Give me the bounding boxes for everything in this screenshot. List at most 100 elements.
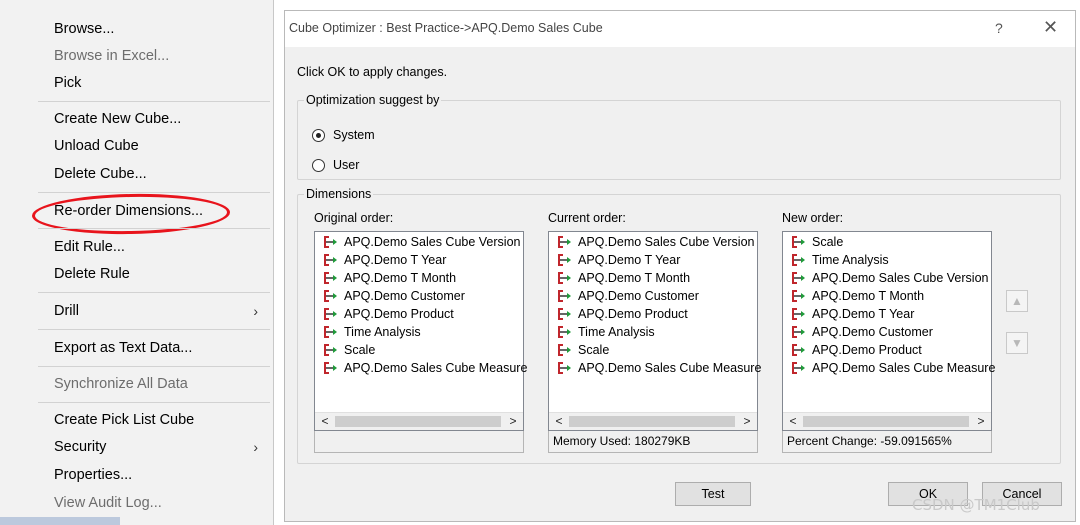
list-item[interactable]: APQ.Demo Product <box>315 305 523 323</box>
menu-item-browse-in-excel: Browse in Excel... <box>0 43 272 69</box>
scroll-thumb[interactable] <box>569 416 735 427</box>
optimization-group <box>297 100 1061 180</box>
list-item-label: APQ.Demo T Month <box>812 289 925 303</box>
list-item-label: APQ.Demo Sales Cube Version <box>578 235 755 249</box>
list-item[interactable]: APQ.Demo Sales Cube Measure <box>315 359 527 377</box>
menu-separator <box>38 101 270 102</box>
list-item[interactable]: APQ.Demo Sales Cube Measure <box>783 359 995 377</box>
help-icon[interactable]: ? <box>995 20 1003 36</box>
dimension-icon <box>558 254 571 266</box>
menu-item-drill[interactable]: Drill › <box>0 298 272 324</box>
list-item[interactable]: Scale <box>549 341 757 359</box>
test-button[interactable]: Test <box>675 482 751 506</box>
list-item-label: APQ.Demo T Year <box>344 253 447 267</box>
move-up-button[interactable]: ▲ <box>1006 290 1028 312</box>
list-item[interactable]: Scale <box>315 341 523 359</box>
context-menu: Browse... Browse in Excel... Pick Create… <box>0 0 274 525</box>
list-item[interactable]: APQ.Demo T Year <box>549 251 757 269</box>
current-order-label: Current order: <box>548 211 626 225</box>
list-item[interactable]: APQ.Demo Customer <box>783 323 991 341</box>
list-item[interactable]: APQ.Demo Customer <box>315 287 523 305</box>
list-item[interactable]: APQ.Demo T Month <box>783 287 991 305</box>
dimension-icon <box>792 272 805 284</box>
dimension-icon <box>558 272 571 284</box>
list-item-label: Scale <box>812 235 844 249</box>
list-item[interactable]: APQ.Demo Product <box>549 305 757 323</box>
menu-item-label: Synchronize All Data <box>54 376 188 392</box>
scroll-thumb[interactable] <box>335 416 501 427</box>
menu-item-pick[interactable]: Pick <box>0 70 272 96</box>
list-item-label: Scale <box>344 343 376 357</box>
scroll-left-icon[interactable]: < <box>784 413 802 430</box>
dimension-icon <box>792 290 805 302</box>
list-item[interactable]: Time Analysis <box>783 251 991 269</box>
scroll-left-icon[interactable]: < <box>316 413 334 430</box>
list-item[interactable]: Time Analysis <box>315 323 523 341</box>
list-item-label: APQ.Demo Product <box>812 343 922 357</box>
list-item-label: Time Analysis <box>344 325 421 339</box>
current-order-listbox[interactable]: APQ.Demo Sales Cube Version APQ.Demo T Ye… <box>548 231 761 431</box>
menu-item-view-audit-log: View Audit Log... <box>0 490 272 516</box>
arrow-up-icon: ▲ <box>1011 294 1023 308</box>
scroll-right-icon[interactable]: > <box>738 413 756 430</box>
list-item[interactable]: APQ.Demo Product <box>783 341 991 359</box>
list-item[interactable]: APQ.Demo Sales Cube Version <box>549 233 757 251</box>
menu-item-create-pick-list-cube[interactable]: Create Pick List Cube <box>0 407 272 433</box>
dimension-icon <box>792 308 805 320</box>
percent-change-status: Percent Change: -59.091565% <box>782 431 992 453</box>
radio-user-label: User <box>333 158 360 172</box>
close-icon[interactable]: ✕ <box>1043 17 1058 38</box>
list-item[interactable]: APQ.Demo Customer <box>549 287 757 305</box>
menu-item-export-text-data[interactable]: Export as Text Data... <box>0 335 272 361</box>
scroll-right-icon[interactable]: > <box>972 413 990 430</box>
list-item[interactable]: Scale <box>783 233 991 251</box>
menu-item-label: Export as Text Data... <box>54 340 193 356</box>
scroll-right-icon[interactable]: > <box>504 413 522 430</box>
scroll-thumb[interactable] <box>803 416 969 427</box>
list-item[interactable]: APQ.Demo T Month <box>315 269 523 287</box>
radio-user[interactable]: User <box>312 158 359 172</box>
radio-system[interactable]: System <box>312 128 375 142</box>
menu-item-browse[interactable]: Browse... <box>0 16 272 42</box>
move-down-button[interactable]: ▼ <box>1006 332 1028 354</box>
list-item[interactable]: APQ.Demo T Year <box>783 305 991 323</box>
dimension-icon <box>324 290 337 302</box>
original-order-listbox[interactable]: APQ.Demo Sales Cube Version APQ.Demo T Ye… <box>314 231 527 431</box>
menu-item-label: Browse in Excel... <box>54 48 170 64</box>
radio-button-checked[interactable] <box>312 128 325 142</box>
list-item[interactable]: APQ.Demo T Year <box>315 251 523 269</box>
list-item-label: APQ.Demo T Month <box>344 271 457 285</box>
chevron-right-icon: › <box>253 303 258 319</box>
menu-item-create-new-cube[interactable]: Create New Cube... <box>0 106 272 132</box>
horizontal-scrollbar[interactable]: < > <box>549 412 757 430</box>
menu-item-unload-cube[interactable]: Unload Cube <box>0 133 272 159</box>
new-order-listbox[interactable]: Scale Time Analysis APQ.Demo Sales Cube Ve… <box>782 231 995 431</box>
menu-item-label: Delete Cube... <box>54 166 147 182</box>
dimension-icon <box>792 254 805 266</box>
scroll-left-icon[interactable]: < <box>550 413 568 430</box>
menu-separator <box>38 228 270 229</box>
menu-separator <box>38 402 270 403</box>
menu-item-label: Security <box>54 439 107 455</box>
menu-item-edit-rule[interactable]: Edit Rule... <box>0 234 272 260</box>
list-item[interactable]: Time Analysis <box>549 323 757 341</box>
optimization-group-label: Optimization suggest by <box>304 93 442 107</box>
dimension-icon <box>792 326 805 338</box>
menu-item-delete-rule[interactable]: Delete Rule <box>0 261 272 287</box>
menu-item-security[interactable]: Security › <box>0 434 272 460</box>
radio-button[interactable] <box>312 158 325 172</box>
horizontal-scrollbar[interactable]: < > <box>783 412 991 430</box>
list-item[interactable]: APQ.Demo Sales Cube Measure <box>549 359 761 377</box>
list-item[interactable]: APQ.Demo Sales Cube Version <box>783 269 991 287</box>
list-item-label: APQ.Demo Customer <box>344 289 465 303</box>
horizontal-scrollbar[interactable]: < > <box>315 412 523 430</box>
menu-item-delete-cube[interactable]: Delete Cube... <box>0 161 272 187</box>
list-item[interactable]: APQ.Demo T Month <box>549 269 757 287</box>
list-item[interactable]: APQ.Demo Sales Cube Version <box>315 233 523 251</box>
menu-item-properties[interactable]: Properties... <box>0 462 272 488</box>
menu-item-label: Delete Rule <box>54 266 130 282</box>
background-strip <box>0 517 120 525</box>
dimension-icon <box>558 326 571 338</box>
menu-item-label: Browse... <box>54 21 115 37</box>
list-item-label: APQ.Demo Customer <box>812 325 933 339</box>
